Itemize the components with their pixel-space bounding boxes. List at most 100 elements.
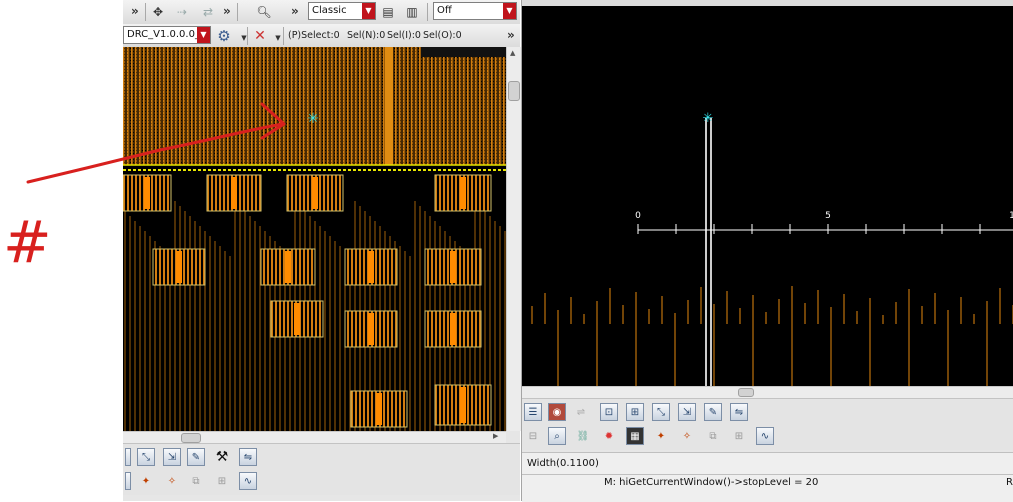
std-cell-pin — [176, 251, 182, 283]
scrollbar-thumb[interactable] — [181, 433, 201, 443]
zoom-select-icon[interactable]: ⤡ — [137, 448, 155, 466]
toolbar-overflow-chevron[interactable]: » — [507, 28, 515, 42]
probe-marker: ✳ — [307, 111, 319, 127]
axis-label-0: 0 — [635, 211, 641, 221]
scrollbar-thumb[interactable] — [508, 81, 520, 101]
stretch-icon[interactable]: ⇢ — [173, 3, 191, 21]
std-cell-pin — [460, 387, 466, 423]
close-icon[interactable]: ✕ — [251, 27, 269, 45]
drc-mode-value: Off — [437, 5, 452, 16]
net-probe-icon[interactable]: ✧ — [678, 427, 696, 445]
chevron-down-icon[interactable]: ▼ — [197, 27, 210, 43]
edit-icon[interactable]: ✎ — [704, 403, 722, 421]
ruler-icon[interactable]: ▦ — [626, 427, 644, 445]
waveform-icon[interactable]: ∿ — [239, 472, 257, 490]
probe-icon[interactable]: ✦ — [652, 427, 670, 445]
burst-icon[interactable]: ✹ — [600, 427, 618, 445]
toolbar-separator — [247, 27, 248, 45]
chevron-down-icon[interactable]: ▼ — [269, 29, 287, 47]
move-icon[interactable]: ✥ — [149, 3, 167, 21]
width-status-bar: Width(0.1100) — [522, 452, 1013, 475]
fit-icon[interactable]: ⊡ — [600, 403, 618, 421]
drc-mode-combo[interactable]: Off ▼ — [433, 2, 517, 20]
layers-icon[interactable]: ☰ — [524, 403, 542, 421]
edit-icon[interactable]: ✎ — [187, 448, 205, 466]
toolbar-separator — [237, 3, 238, 21]
hammer-icon[interactable]: ⚒ — [213, 448, 231, 466]
probe-marker: ✳ — [703, 111, 714, 126]
waveform-icon[interactable]: ∿ — [756, 427, 774, 445]
grid-icon[interactable]: ⊟ — [524, 427, 542, 445]
bus-icon[interactable]: ⊞ — [213, 472, 231, 490]
bottom-toolbar-1: ⤡ ⇲ ✎ ⚒ ⇋ — [123, 443, 520, 470]
select-count-o: Sel(O):0 — [423, 30, 462, 41]
compare-icon[interactable]: ⇋ — [730, 403, 748, 421]
copy-icon[interactable]: ⇄ — [199, 3, 217, 21]
command-status-text: M: hiGetCurrentWindow()->stopLevel = 20 — [604, 477, 819, 488]
zoom-select-icon[interactable]: ⤡ — [652, 403, 670, 421]
view-mode-value: Classic — [312, 5, 347, 16]
svg-text:✳: ✳ — [307, 111, 319, 127]
pan-icon[interactable]: ⇲ — [163, 448, 181, 466]
inspect-icon[interactable]: ⌕ — [548, 427, 566, 445]
select-count-p: (P)Select:0 — [288, 30, 340, 41]
horizontal-scrollbar[interactable] — [522, 386, 1013, 398]
chevron-down-icon[interactable]: ▼ — [503, 3, 516, 19]
toolbar-separator — [145, 3, 146, 21]
toolbar-overflow-chevron[interactable]: » — [131, 4, 139, 18]
layout-drawing: ✳ — [123, 47, 506, 431]
std-cell-pin — [144, 177, 150, 209]
partial-icon[interactable] — [125, 472, 131, 490]
select-count-i: Sel(I):0 — [387, 30, 421, 41]
layout-canvas[interactable]: ✳ — [123, 47, 506, 431]
std-cells — [123, 174, 492, 428]
chevron-down-icon[interactable]: ▼ — [362, 3, 375, 19]
width-readout: Width(0.1100) — [527, 458, 599, 469]
layout-window: » ✥ ⇢ ⇄ » 🔍︎ » Classic ▼ ▤ ▥ Off ▼ DRC_V… — [123, 0, 521, 501]
std-cell-pin — [312, 177, 318, 209]
metal-column — [385, 47, 393, 165]
compare-icon[interactable]: ⇋ — [239, 448, 257, 466]
scroll-up-icon[interactable]: ▲ — [510, 49, 515, 57]
std-cell-pin — [231, 177, 237, 209]
net-probe-icon[interactable]: ✧ — [163, 472, 181, 490]
layers-icon[interactable]: ▥ — [403, 3, 421, 21]
axis-ticks — [637, 224, 981, 234]
cross-toolbar-1: ☰ ◉ ⇌ ⊡ ⊞ ⤡ ⇲ ✎ ⇋ — [522, 398, 1013, 425]
toolbar-row-1: » ✥ ⇢ ⇄ » 🔍︎ » Classic ▼ ▤ ▥ Off ▼ — [123, 0, 520, 25]
bottom-toolbar-2: ✦ ✧ ⧉ ⊞ ∿ — [123, 469, 520, 495]
std-cell-pin — [368, 251, 374, 283]
std-cell-pin — [376, 393, 382, 425]
cross-section-canvas[interactable]: 0 5 1 ✳ — [522, 6, 1013, 386]
pan-icon[interactable]: ⇲ — [678, 403, 696, 421]
status-right-mark: R — [1006, 477, 1013, 488]
std-cell-pin — [450, 251, 456, 283]
bus-icon[interactable]: ⊞ — [730, 427, 748, 445]
toolbar-separator — [283, 27, 284, 45]
probe-icon[interactable]: ✦ — [137, 472, 155, 490]
vertical-scrollbar[interactable]: ▲ — [506, 47, 521, 431]
toolbar-overflow-chevron[interactable]: » — [291, 4, 299, 18]
trace-icon[interactable]: ⧉ — [704, 427, 722, 445]
toolbar-row-2: DRC_V1.0.0.0_3 ▼ ⚙ ▼ ✕ ▼ (P)Select:0 Sel… — [123, 24, 520, 48]
partial-icon[interactable] — [125, 448, 131, 466]
scroll-right-icon[interactable]: ▶ — [493, 432, 498, 440]
axis-label-10: 1 — [1009, 211, 1013, 221]
rule-deck-value: DRC_V1.0.0.0_3 — [127, 29, 207, 40]
search-icon[interactable]: 🔍︎ — [255, 3, 273, 21]
gear-icon[interactable]: ⚙ — [215, 27, 233, 45]
scrollbar-thumb[interactable] — [738, 388, 754, 397]
globe-icon[interactable]: ◉ — [548, 403, 566, 421]
trace-icon[interactable]: ⧉ — [187, 472, 205, 490]
top-right-block — [421, 47, 506, 57]
cross-section-drawing: 0 5 1 ✳ — [531, 111, 1013, 386]
rule-deck-combo[interactable]: DRC_V1.0.0.0_3 ▼ — [123, 26, 211, 44]
toolbar-overflow-chevron[interactable]: » — [223, 4, 231, 18]
std-cell-pin — [294, 303, 300, 335]
zoom-area-icon[interactable]: ⊞ — [626, 403, 644, 421]
window-icon[interactable]: ▤ — [379, 3, 397, 21]
link-icon[interactable]: ⇌ — [572, 403, 590, 421]
connect-icon[interactable]: ⛓ — [574, 427, 592, 445]
std-cell-pin — [285, 251, 291, 283]
view-mode-combo[interactable]: Classic ▼ — [308, 2, 376, 20]
